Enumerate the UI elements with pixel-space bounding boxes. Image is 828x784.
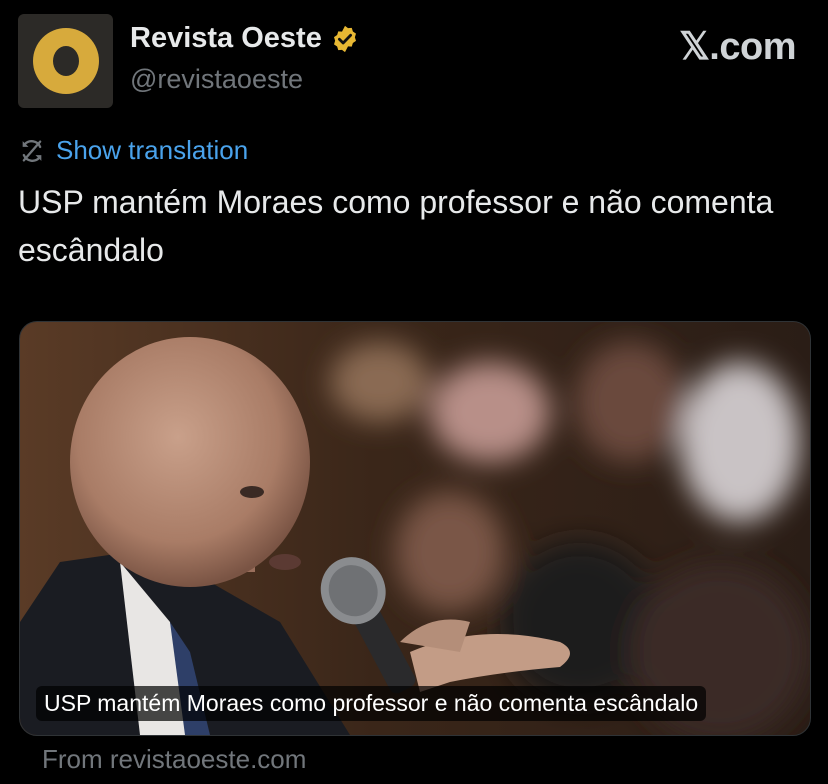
- avatar[interactable]: [18, 14, 113, 108]
- verified-badge-icon: [333, 25, 356, 52]
- show-translation-button[interactable]: Show translation: [18, 135, 248, 166]
- translate-icon: [22, 139, 42, 162]
- account-name-row[interactable]: Revista Oeste: [130, 22, 360, 55]
- link-source[interactable]: From revistaoeste.com: [42, 744, 306, 775]
- avatar-logo-hole: [52, 46, 79, 76]
- avatar-logo-ring: [32, 28, 99, 94]
- article-photo: [20, 322, 810, 735]
- card-caption: USP mantém Moraes como professor e não c…: [36, 686, 707, 721]
- account-name[interactable]: Revista Oeste: [130, 22, 322, 55]
- show-translation-label[interactable]: Show translation: [56, 135, 248, 166]
- x-brand-logo: 𝕏.com: [679, 26, 796, 68]
- account-handle[interactable]: @revistaoeste: [130, 64, 303, 95]
- post-text: USP mantém Moraes como professor e não c…: [18, 184, 774, 268]
- link-preview-card[interactable]: USP mantém Moraes como professor e não c…: [19, 321, 811, 736]
